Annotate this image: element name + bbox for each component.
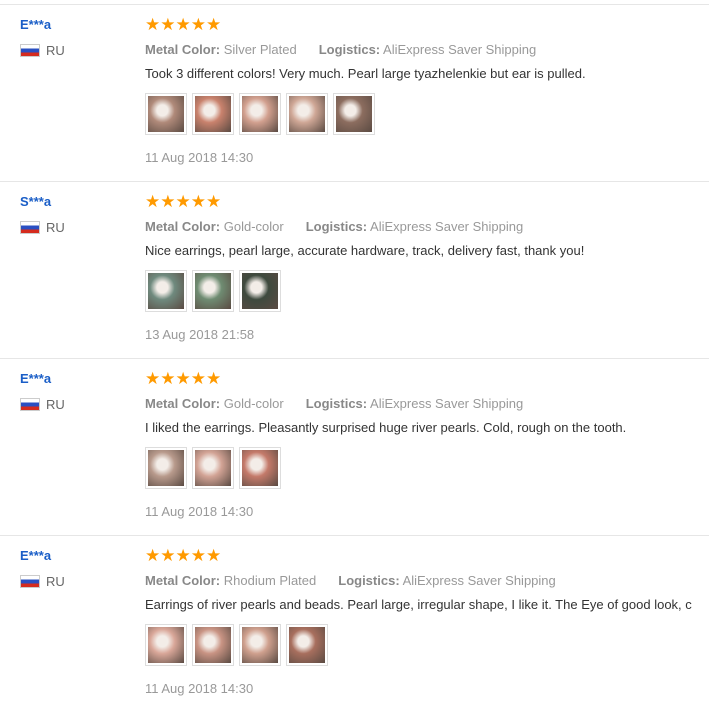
photo-image	[148, 627, 184, 663]
review-photo[interactable]	[239, 447, 281, 489]
logistics-value: AliExpress Saver Shipping	[402, 573, 556, 588]
review-photo[interactable]	[286, 93, 328, 135]
photo-image	[289, 627, 325, 663]
reviewer-name[interactable]: E***a	[20, 17, 51, 32]
review-text: Nice earrings, pearl large, accurate har…	[145, 243, 585, 258]
metal-color-value: Gold-color	[223, 219, 284, 234]
star-rating: ★★★★★	[145, 15, 222, 34]
review-photos	[145, 624, 328, 666]
review-photo[interactable]	[145, 624, 187, 666]
metal-color-label: Metal Color:	[145, 396, 221, 411]
country-code: RU	[46, 43, 65, 58]
photo-image	[195, 627, 231, 663]
review-photo[interactable]	[192, 93, 234, 135]
review-item: S***a RU ★★★★★ Metal Color: Gold-color Lo…	[0, 181, 709, 359]
logistics-value: AliExpress Saver Shipping	[383, 42, 537, 57]
review-photo[interactable]	[145, 93, 187, 135]
reviewer-name[interactable]: S***a	[20, 194, 51, 209]
reviewer-country: RU	[20, 574, 65, 589]
review-photo[interactable]	[239, 93, 281, 135]
logistics-label: Logistics:	[338, 573, 400, 588]
photo-image	[148, 96, 184, 132]
country-code: RU	[46, 397, 65, 412]
reviewer-country: RU	[20, 220, 65, 235]
logistics-value: AliExpress Saver Shipping	[370, 396, 524, 411]
metal-color-value: Rhodium Plated	[223, 573, 317, 588]
logistics-label: Logistics:	[305, 219, 368, 234]
review-date: 13 Aug 2018 21:58	[145, 327, 255, 342]
russia-flag-icon	[20, 575, 40, 588]
russia-flag-icon	[20, 44, 40, 57]
photo-image	[195, 273, 231, 309]
metal-color-value: Gold-color	[223, 396, 284, 411]
review-photo[interactable]	[192, 270, 234, 312]
review-date: 11 Aug 2018 14:30	[145, 504, 254, 519]
reviewer-name[interactable]: E***a	[20, 371, 51, 386]
photo-image	[289, 96, 325, 132]
russia-flag-icon	[20, 398, 40, 411]
russia-flag-icon	[20, 221, 40, 234]
review-photo[interactable]	[145, 270, 187, 312]
review-photo[interactable]	[192, 624, 234, 666]
photo-image	[195, 450, 231, 486]
review-photo[interactable]	[239, 270, 281, 312]
logistics-value: AliExpress Saver Shipping	[370, 219, 524, 234]
review-text: I liked the earrings. Pleasantly surpris…	[145, 420, 627, 435]
country-code: RU	[46, 574, 65, 589]
review-item: E***a RU ★★★★★ Metal Color: Silver Plate…	[0, 4, 709, 182]
metal-color-label: Metal Color:	[145, 573, 221, 588]
logistics-label: Logistics:	[318, 42, 381, 57]
review-photos	[145, 93, 375, 135]
metal-color-label: Metal Color:	[145, 219, 221, 234]
review-photo[interactable]	[145, 447, 187, 489]
review-meta: Metal Color: Gold-color Logistics: AliExp…	[145, 219, 523, 234]
photo-image	[336, 96, 372, 132]
review-meta: Metal Color: Gold-color Logistics: AliExp…	[145, 396, 523, 411]
review-date: 11 Aug 2018 14:30	[145, 681, 254, 696]
star-rating: ★★★★★	[145, 546, 222, 565]
review-meta: Metal Color: Rhodium Plated Logistics: Al…	[145, 573, 556, 588]
photo-image	[242, 627, 278, 663]
review-meta: Metal Color: Silver Plated Logistics: Ali…	[145, 42, 536, 57]
photo-image	[148, 450, 184, 486]
review-photo[interactable]	[333, 93, 375, 135]
metal-color-label: Metal Color:	[145, 42, 221, 57]
reviewer-country: RU	[20, 43, 65, 58]
review-photos	[145, 270, 281, 312]
metal-color-value: Silver Plated	[223, 42, 297, 57]
review-item: E***a RU ★★★★★ Metal Color: Gold-color Lo…	[0, 358, 709, 536]
review-text: Took 3 different colors! Very much. Pear…	[145, 66, 586, 81]
review-photo[interactable]	[239, 624, 281, 666]
photo-image	[242, 450, 278, 486]
reviewer-country: RU	[20, 397, 65, 412]
star-rating: ★★★★★	[145, 369, 222, 388]
photo-image	[242, 273, 278, 309]
logistics-label: Logistics:	[305, 396, 368, 411]
reviewer-name[interactable]: E***a	[20, 548, 51, 563]
review-photos	[145, 447, 281, 489]
review-text: Earrings of river pearls and beads. Pear…	[145, 597, 692, 612]
country-code: RU	[46, 220, 65, 235]
review-photo[interactable]	[192, 447, 234, 489]
photo-image	[195, 96, 231, 132]
star-rating: ★★★★★	[145, 192, 222, 211]
photo-image	[242, 96, 278, 132]
review-photo[interactable]	[286, 624, 328, 666]
review-item: E***a RU ★★★★★ Metal Color: Rhodium Plat…	[0, 535, 709, 713]
review-date: 11 Aug 2018 14:30	[145, 150, 254, 165]
photo-image	[148, 273, 184, 309]
